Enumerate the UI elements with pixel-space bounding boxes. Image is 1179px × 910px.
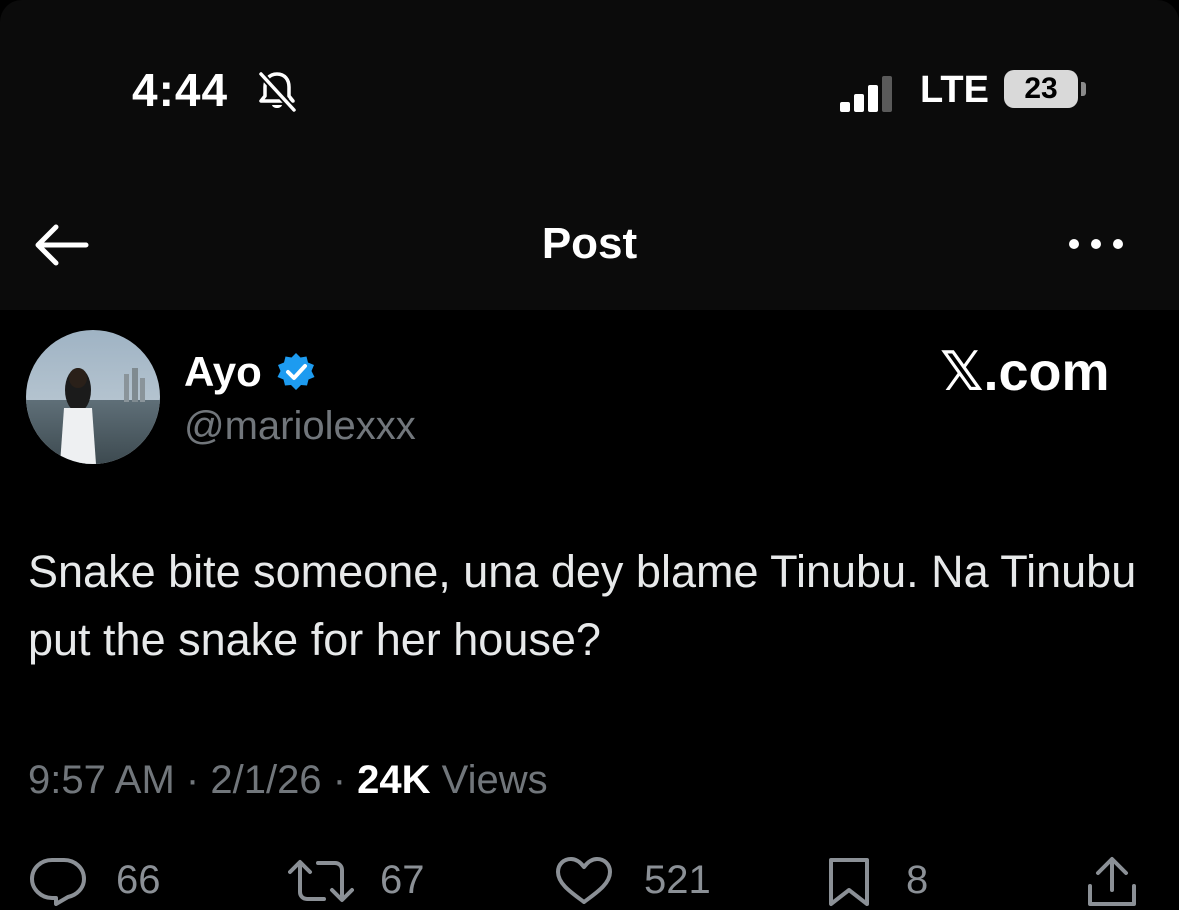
battery-icon: 23: [1004, 70, 1078, 108]
like-count: 521: [644, 858, 711, 902]
views-label: Views: [441, 758, 548, 802]
network-type: LTE: [920, 69, 989, 111]
signal-icon: [840, 76, 892, 112]
action-bar: 66 67 521 8: [0, 850, 1179, 910]
status-time: 4:44: [132, 64, 229, 116]
avatar[interactable]: [26, 330, 160, 464]
meta-separator: ·: [332, 758, 347, 802]
reply-count: 66: [116, 858, 161, 902]
page-title: Post: [541, 219, 638, 268]
post-time[interactable]: 9:57 AM: [28, 758, 175, 802]
meta-separator: ·: [185, 758, 200, 802]
post-text: Snake bite someone, una dey blame Tinubu…: [28, 546, 1137, 665]
bookmark-count: 8: [906, 858, 929, 902]
views-count[interactable]: 24K: [357, 758, 430, 802]
verified-badge-icon[interactable]: [276, 352, 316, 392]
share-icon: [1088, 857, 1136, 906]
like-icon: [556, 857, 612, 904]
bookmark-icon: [829, 858, 869, 906]
nav-bar: Post: [0, 210, 1179, 280]
repost-count: 67: [380, 858, 425, 902]
post-date[interactable]: 2/1/26: [210, 758, 321, 802]
battery-tip: [1081, 82, 1086, 96]
reply-icon: [30, 858, 86, 906]
back-arrow-icon[interactable]: [32, 220, 90, 270]
author-name[interactable]: Ayo: [184, 344, 262, 400]
more-icon[interactable]: [1066, 232, 1126, 256]
post-meta: 9:57 AM · 2/1/26 · 24K Views: [28, 752, 548, 808]
author-row: Ayo: [184, 344, 316, 400]
repost-icon: [288, 860, 354, 902]
battery-level: 23: [1024, 72, 1058, 105]
bell-slash-icon: [258, 71, 297, 113]
watermark: 𝕏.com: [940, 342, 1110, 402]
status-bar: 4:44 LTE 23: [0, 60, 1179, 120]
author-handle[interactable]: @mariolexxx: [184, 400, 416, 452]
